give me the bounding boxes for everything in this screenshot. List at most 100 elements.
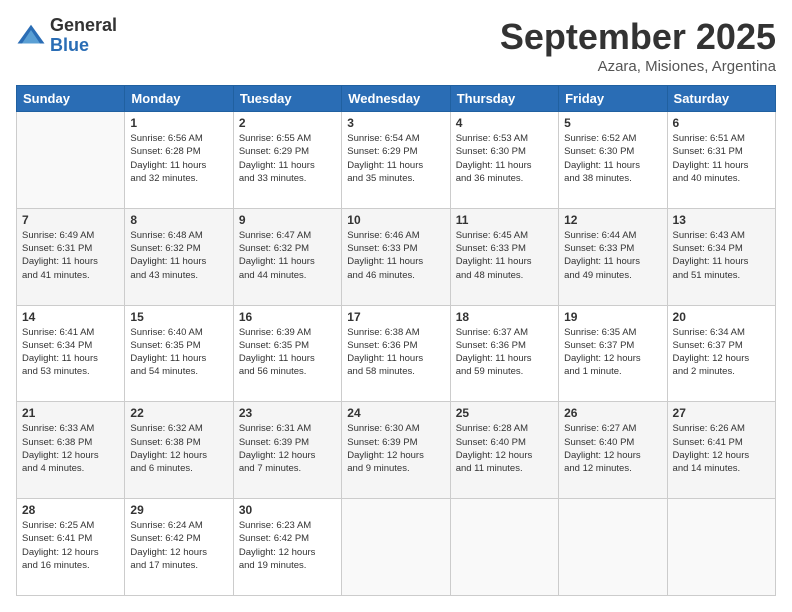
day-info: Sunrise: 6:25 AM Sunset: 6:41 PM Dayligh…: [22, 519, 119, 572]
calendar-cell: 2 Sunrise: 6:55 AM Sunset: 6:29 PM Daylig…: [233, 112, 341, 209]
calendar-cell: 21 Sunrise: 6:33 AM Sunset: 6:38 PM Dayli…: [17, 402, 125, 499]
day-number: 26: [564, 406, 661, 420]
calendar-cell: 22 Sunrise: 6:32 AM Sunset: 6:38 PM Dayli…: [125, 402, 233, 499]
day-info: Sunrise: 6:26 AM Sunset: 6:41 PM Dayligh…: [673, 422, 770, 475]
calendar-cell: 24 Sunrise: 6:30 AM Sunset: 6:39 PM Dayli…: [342, 402, 450, 499]
calendar-week-row: 28 Sunrise: 6:25 AM Sunset: 6:41 PM Dayli…: [17, 499, 776, 596]
calendar-cell: 20 Sunrise: 6:34 AM Sunset: 6:37 PM Dayli…: [667, 305, 775, 402]
day-number: 2: [239, 116, 336, 130]
calendar-cell: 7Sunrise: 6:49 AM Sunset: 6:31 PM Daylig…: [17, 208, 125, 305]
logo-text: General Blue: [50, 16, 117, 56]
day-number: 29: [130, 503, 227, 517]
day-info: Sunrise: 6:27 AM Sunset: 6:40 PM Dayligh…: [564, 422, 661, 475]
calendar-cell: [667, 499, 775, 596]
calendar-week-row: 1 Sunrise: 6:56 AM Sunset: 6:28 PM Daylig…: [17, 112, 776, 209]
calendar-cell: 25 Sunrise: 6:28 AM Sunset: 6:40 PM Dayli…: [450, 402, 558, 499]
day-info: Sunrise: 6:51 AM Sunset: 6:31 PM Dayligh…: [673, 132, 770, 185]
calendar-cell: 30 Sunrise: 6:23 AM Sunset: 6:42 PM Dayli…: [233, 499, 341, 596]
calendar-cell: 17Sunrise: 6:38 AM Sunset: 6:36 PM Dayli…: [342, 305, 450, 402]
calendar-cell: [450, 499, 558, 596]
day-number: 13: [673, 213, 770, 227]
calendar-header-tuesday: Tuesday: [233, 86, 341, 112]
calendar-cell: 23Sunrise: 6:31 AM Sunset: 6:39 PM Dayli…: [233, 402, 341, 499]
day-info: Sunrise: 6:46 AM Sunset: 6:33 PM Dayligh…: [347, 229, 444, 282]
day-number: 12: [564, 213, 661, 227]
calendar-cell: 4Sunrise: 6:53 AM Sunset: 6:30 PM Daylig…: [450, 112, 558, 209]
day-number: 25: [456, 406, 553, 420]
calendar-cell: 10Sunrise: 6:46 AM Sunset: 6:33 PM Dayli…: [342, 208, 450, 305]
day-info: Sunrise: 6:33 AM Sunset: 6:38 PM Dayligh…: [22, 422, 119, 475]
day-number: 23: [239, 406, 336, 420]
day-number: 8: [130, 213, 227, 227]
calendar-cell: 11 Sunrise: 6:45 AM Sunset: 6:33 PM Dayli…: [450, 208, 558, 305]
day-number: 27: [673, 406, 770, 420]
day-number: 18: [456, 310, 553, 324]
day-info: Sunrise: 6:54 AM Sunset: 6:29 PM Dayligh…: [347, 132, 444, 185]
calendar-header-monday: Monday: [125, 86, 233, 112]
day-number: 15: [130, 310, 227, 324]
calendar-header-wednesday: Wednesday: [342, 86, 450, 112]
day-number: 14: [22, 310, 119, 324]
calendar-header-thursday: Thursday: [450, 86, 558, 112]
day-info: Sunrise: 6:34 AM Sunset: 6:37 PM Dayligh…: [673, 326, 770, 379]
day-info: Sunrise: 6:53 AM Sunset: 6:30 PM Dayligh…: [456, 132, 553, 185]
day-info: Sunrise: 6:56 AM Sunset: 6:28 PM Dayligh…: [130, 132, 227, 185]
day-number: 9: [239, 213, 336, 227]
calendar-cell: 18 Sunrise: 6:37 AM Sunset: 6:36 PM Dayli…: [450, 305, 558, 402]
day-info: Sunrise: 6:30 AM Sunset: 6:39 PM Dayligh…: [347, 422, 444, 475]
day-info: Sunrise: 6:43 AM Sunset: 6:34 PM Dayligh…: [673, 229, 770, 282]
logo-blue: Blue: [50, 36, 117, 56]
day-number: 30: [239, 503, 336, 517]
day-number: 11: [456, 213, 553, 227]
calendar-header-saturday: Saturday: [667, 86, 775, 112]
calendar-cell: 9Sunrise: 6:47 AM Sunset: 6:32 PM Daylig…: [233, 208, 341, 305]
calendar-table: SundayMondayTuesdayWednesdayThursdayFrid…: [16, 85, 776, 596]
day-info: Sunrise: 6:37 AM Sunset: 6:36 PM Dayligh…: [456, 326, 553, 379]
calendar-cell: 29 Sunrise: 6:24 AM Sunset: 6:42 PM Dayli…: [125, 499, 233, 596]
calendar-cell: 28 Sunrise: 6:25 AM Sunset: 6:41 PM Dayli…: [17, 499, 125, 596]
day-info: Sunrise: 6:45 AM Sunset: 6:33 PM Dayligh…: [456, 229, 553, 282]
day-number: 5: [564, 116, 661, 130]
calendar-week-row: 21 Sunrise: 6:33 AM Sunset: 6:38 PM Dayli…: [17, 402, 776, 499]
day-info: Sunrise: 6:52 AM Sunset: 6:30 PM Dayligh…: [564, 132, 661, 185]
day-info: Sunrise: 6:24 AM Sunset: 6:42 PM Dayligh…: [130, 519, 227, 572]
calendar-cell: 8 Sunrise: 6:48 AM Sunset: 6:32 PM Daylig…: [125, 208, 233, 305]
day-info: Sunrise: 6:23 AM Sunset: 6:42 PM Dayligh…: [239, 519, 336, 572]
calendar-header-sunday: Sunday: [17, 86, 125, 112]
day-number: 22: [130, 406, 227, 420]
calendar-week-row: 14 Sunrise: 6:41 AM Sunset: 6:34 PM Dayli…: [17, 305, 776, 402]
month-title: September 2025: [500, 16, 776, 58]
day-number: 16: [239, 310, 336, 324]
calendar-cell: 5 Sunrise: 6:52 AM Sunset: 6:30 PM Daylig…: [559, 112, 667, 209]
day-info: Sunrise: 6:48 AM Sunset: 6:32 PM Dayligh…: [130, 229, 227, 282]
calendar-cell: 16 Sunrise: 6:39 AM Sunset: 6:35 PM Dayli…: [233, 305, 341, 402]
calendar-cell: 1 Sunrise: 6:56 AM Sunset: 6:28 PM Daylig…: [125, 112, 233, 209]
calendar-header-friday: Friday: [559, 86, 667, 112]
calendar-cell: [342, 499, 450, 596]
day-info: Sunrise: 6:49 AM Sunset: 6:31 PM Dayligh…: [22, 229, 119, 282]
calendar-cell: 26 Sunrise: 6:27 AM Sunset: 6:40 PM Dayli…: [559, 402, 667, 499]
day-number: 20: [673, 310, 770, 324]
day-number: 3: [347, 116, 444, 130]
calendar-cell: 27 Sunrise: 6:26 AM Sunset: 6:41 PM Dayli…: [667, 402, 775, 499]
location-subtitle: Azara, Misiones, Argentina: [500, 58, 776, 75]
day-number: 28: [22, 503, 119, 517]
day-info: Sunrise: 6:32 AM Sunset: 6:38 PM Dayligh…: [130, 422, 227, 475]
calendar-cell: [559, 499, 667, 596]
logo-general: General: [50, 16, 117, 36]
calendar-week-row: 7Sunrise: 6:49 AM Sunset: 6:31 PM Daylig…: [17, 208, 776, 305]
day-number: 24: [347, 406, 444, 420]
day-info: Sunrise: 6:28 AM Sunset: 6:40 PM Dayligh…: [456, 422, 553, 475]
calendar-cell: 15 Sunrise: 6:40 AM Sunset: 6:35 PM Dayli…: [125, 305, 233, 402]
calendar-cell: 19Sunrise: 6:35 AM Sunset: 6:37 PM Dayli…: [559, 305, 667, 402]
day-info: Sunrise: 6:40 AM Sunset: 6:35 PM Dayligh…: [130, 326, 227, 379]
day-info: Sunrise: 6:55 AM Sunset: 6:29 PM Dayligh…: [239, 132, 336, 185]
calendar-cell: 6 Sunrise: 6:51 AM Sunset: 6:31 PM Daylig…: [667, 112, 775, 209]
day-number: 21: [22, 406, 119, 420]
calendar-header-row: SundayMondayTuesdayWednesdayThursdayFrid…: [17, 86, 776, 112]
calendar-cell: [17, 112, 125, 209]
day-number: 6: [673, 116, 770, 130]
day-info: Sunrise: 6:41 AM Sunset: 6:34 PM Dayligh…: [22, 326, 119, 379]
day-info: Sunrise: 6:39 AM Sunset: 6:35 PM Dayligh…: [239, 326, 336, 379]
day-number: 1: [130, 116, 227, 130]
